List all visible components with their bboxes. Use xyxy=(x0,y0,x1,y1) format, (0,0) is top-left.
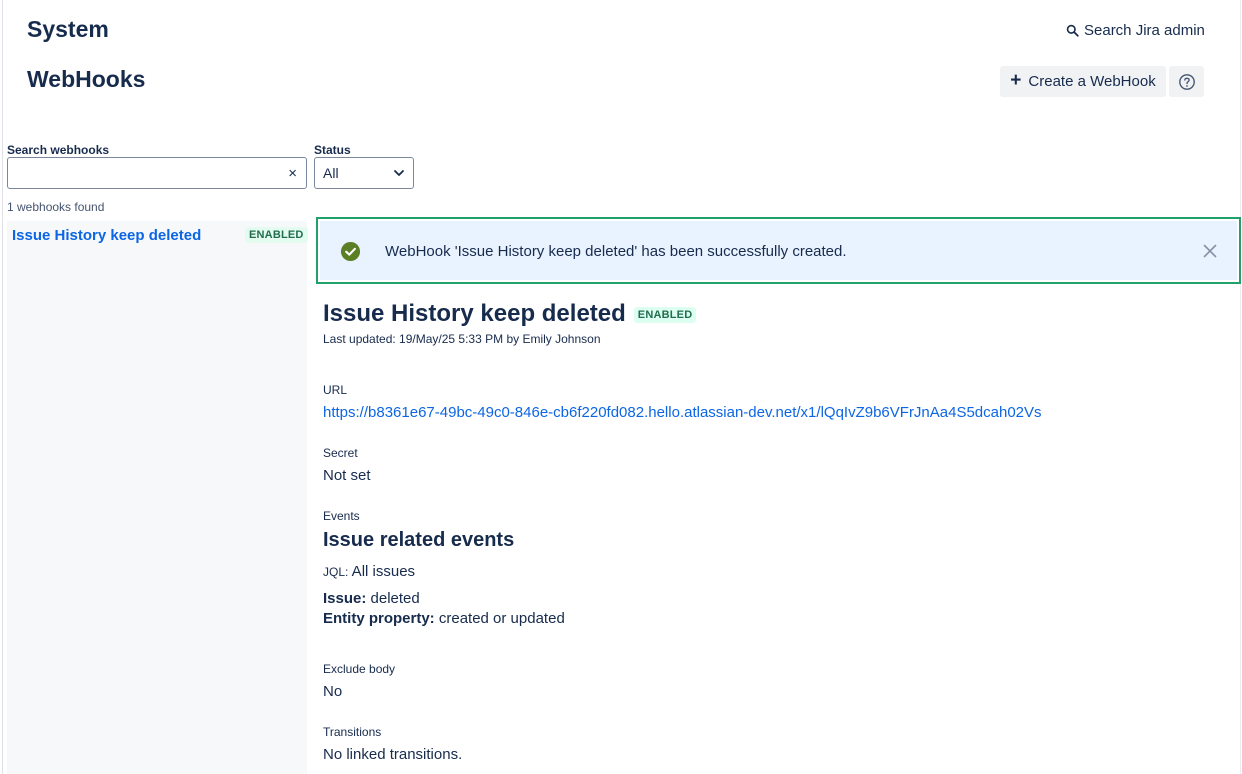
transitions-label: Transitions xyxy=(323,725,382,739)
webhook-detail-name: Issue History keep deleted xyxy=(323,300,626,327)
events-label: Events xyxy=(323,509,360,523)
help-button[interactable] xyxy=(1169,66,1204,97)
status-badge: ENABLED xyxy=(245,227,308,243)
webhook-name-link[interactable]: Issue History keep deleted xyxy=(12,227,201,244)
results-count: 1 webhooks found xyxy=(7,200,105,214)
help-icon xyxy=(1178,73,1195,90)
search-webhooks-input[interactable] xyxy=(8,158,268,188)
issue-key: Issue: xyxy=(323,590,367,607)
jql-value: All issues xyxy=(348,563,416,580)
url-label: URL xyxy=(323,383,348,397)
clear-search-icon[interactable]: × xyxy=(288,165,297,182)
entity-value: created or updated xyxy=(434,610,565,627)
exclude-body-value: No xyxy=(323,683,343,700)
secret-value: Not set xyxy=(323,467,371,484)
entity-event-line: Entity property: created or updated xyxy=(323,610,565,627)
left-border xyxy=(2,0,3,774)
issue-value: deleted xyxy=(366,590,420,607)
create-webhook-button[interactable]: + Create a WebHook xyxy=(1000,66,1166,97)
flag-message: WebHook 'Issue History keep deleted' has… xyxy=(385,243,847,260)
plus-icon: + xyxy=(1010,70,1022,91)
status-select[interactable]: All xyxy=(314,157,414,189)
search-icon xyxy=(1066,24,1079,37)
events-heading: Issue related events xyxy=(323,529,515,551)
jql-line: JQL: All issues xyxy=(323,563,415,580)
breadcrumb: System xyxy=(27,16,109,42)
search-jira-admin-label: Search Jira admin xyxy=(1084,22,1205,39)
last-updated: Last updated: 19/May/25 5:33 PM by Emily… xyxy=(323,332,601,346)
right-border xyxy=(1240,0,1241,774)
issue-event-line: Issue: deleted xyxy=(323,590,420,607)
entity-key: Entity property: xyxy=(323,610,435,627)
search-jira-admin-button[interactable]: Search Jira admin xyxy=(1066,22,1205,39)
create-webhook-label: Create a WebHook xyxy=(1028,73,1156,90)
status-badge: ENABLED xyxy=(633,307,697,323)
url-value: https://b8361e67-49bc-49c0-846e-cb6f220f… xyxy=(323,404,1042,421)
search-webhooks-label: Search webhooks xyxy=(7,143,110,157)
status-select-value: All xyxy=(323,165,339,181)
list-item[interactable]: Issue History keep deleted ENABLED xyxy=(7,221,308,251)
search-webhooks-field: × xyxy=(7,157,307,189)
page-title: WebHooks xyxy=(27,66,146,92)
exclude-body-label: Exclude body xyxy=(323,662,396,676)
secret-label: Secret xyxy=(323,446,358,460)
webhook-url-link[interactable]: https://b8361e67-49bc-49c0-846e-cb6f220f… xyxy=(323,404,1042,421)
chevron-down-icon xyxy=(394,170,404,176)
jql-key: JQL: xyxy=(323,565,349,579)
webhook-list: Issue History keep deleted ENABLED xyxy=(7,221,308,774)
close-icon[interactable] xyxy=(1203,244,1217,258)
status-label: Status xyxy=(314,143,351,157)
check-circle-icon xyxy=(340,241,361,262)
transitions-value: No linked transitions. xyxy=(323,746,463,763)
success-flag: WebHook 'Issue History keep deleted' has… xyxy=(316,217,1241,284)
webhook-detail-title: Issue History keep deleted ENABLED xyxy=(323,300,697,328)
